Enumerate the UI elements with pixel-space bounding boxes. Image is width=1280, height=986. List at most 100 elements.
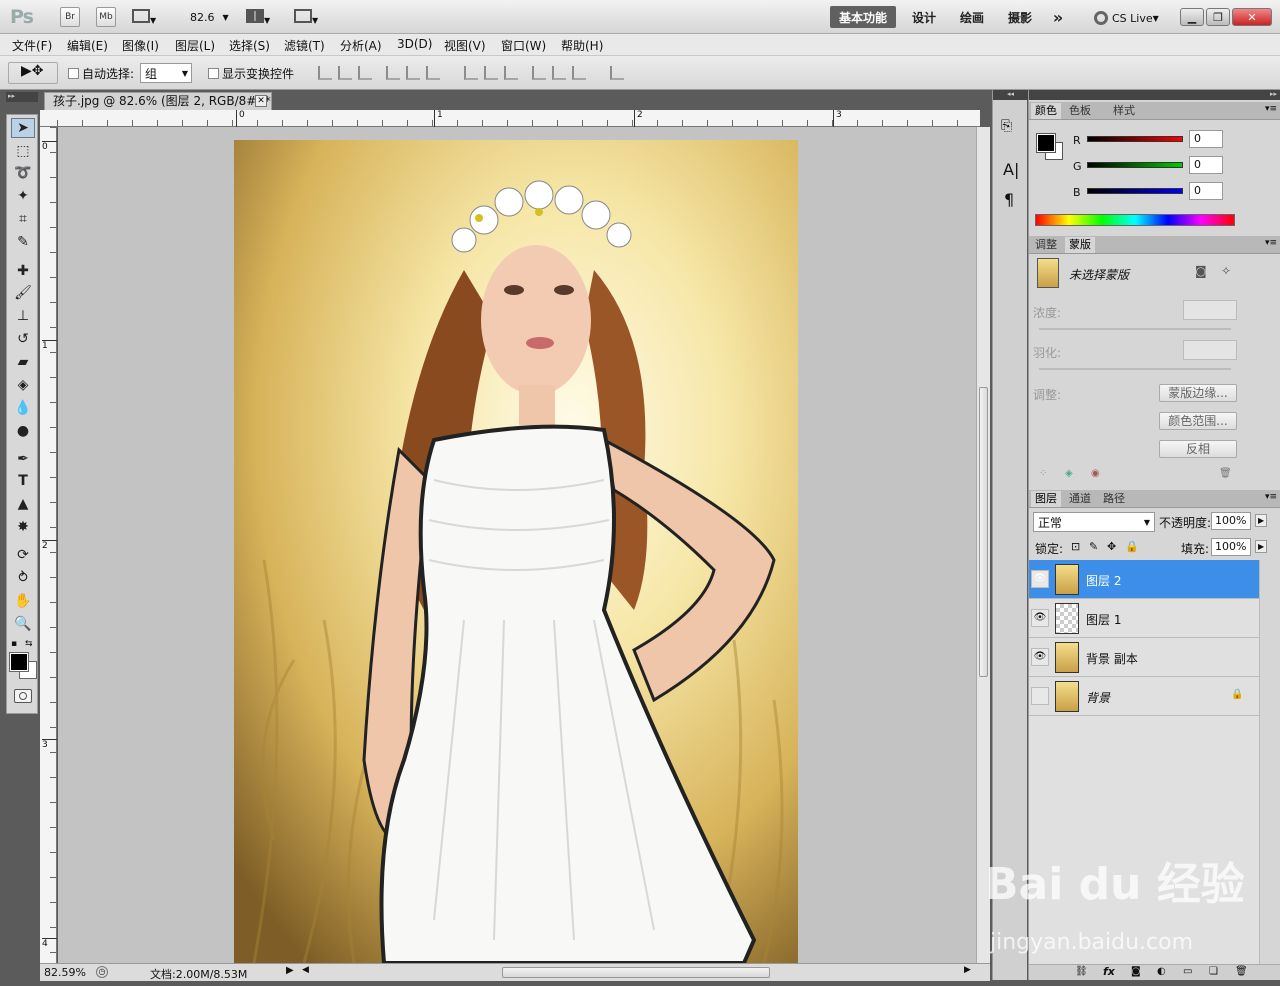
scroll-right-icon[interactable]: ▶: [964, 965, 971, 975]
move-tool[interactable]: ➤: [11, 118, 35, 138]
default-colors-icon[interactable]: ▪: [11, 639, 17, 649]
r-value[interactable]: 0: [1189, 130, 1223, 148]
add-mask-icon[interactable]: ◙: [1131, 966, 1141, 977]
zoom-level-dropdown[interactable]: 82.6 ▼: [190, 10, 232, 24]
add-pixel-mask-icon[interactable]: ◙: [1195, 264, 1207, 278]
panel-menu-icon[interactable]: ▾≡: [1265, 238, 1277, 248]
paint-bucket-tool[interactable]: ◈: [11, 375, 35, 395]
tab-adjustments[interactable]: 调整: [1031, 237, 1061, 253]
menu-image[interactable]: 图像(I): [122, 37, 159, 54]
crop-tool[interactable]: ⌗: [11, 209, 35, 229]
fill-slider-arrow-icon[interactable]: ▶: [1255, 540, 1268, 553]
layer-style-icon[interactable]: fx: [1103, 965, 1115, 978]
eye-hidden-icon[interactable]: [1031, 687, 1049, 705]
panel-menu-icon[interactable]: ▾≡: [1265, 104, 1277, 114]
menu-help[interactable]: 帮助(H): [561, 37, 603, 54]
status-menu-arrow-icon[interactable]: ▶: [286, 965, 294, 976]
disable-mask-icon[interactable]: ◉: [1091, 468, 1100, 479]
delete-mask-icon[interactable]: 🗑: [1219, 468, 1232, 479]
delete-layer-icon[interactable]: 🗑: [1235, 966, 1248, 977]
load-selection-icon[interactable]: ⁘: [1039, 468, 1047, 479]
menu-file[interactable]: 文件(F): [12, 37, 52, 54]
type-tool[interactable]: T: [11, 471, 35, 491]
character-panel-icon[interactable]: A|: [1003, 160, 1019, 179]
feather-slider[interactable]: [1039, 368, 1231, 370]
eye-icon[interactable]: 👁: [1031, 570, 1049, 588]
quick-mask-button[interactable]: [14, 689, 32, 703]
blur-tool[interactable]: 💧: [11, 398, 35, 418]
distribute-left-icon[interactable]: [532, 66, 546, 80]
g-slider[interactable]: [1087, 162, 1183, 168]
b-value[interactable]: 0: [1189, 182, 1223, 200]
dodge-tool[interactable]: ●: [11, 421, 35, 441]
pen-tool[interactable]: ✒: [11, 449, 35, 469]
workspace-photography[interactable]: 摄影: [1000, 6, 1040, 28]
screen-mode-button[interactable]: ▼: [294, 9, 326, 25]
opacity-input[interactable]: 100%: [1211, 512, 1251, 530]
marquee-tool[interactable]: ⬚: [11, 141, 35, 161]
feather-input[interactable]: [1183, 340, 1237, 360]
path-select-tool[interactable]: ▲: [11, 494, 35, 514]
workspace-essentials[interactable]: 基本功能: [830, 6, 896, 28]
align-bottom-icon[interactable]: [358, 66, 372, 80]
menu-edit[interactable]: 编辑(E): [67, 37, 108, 54]
color-ramp[interactable]: [1035, 214, 1235, 226]
add-vector-mask-icon[interactable]: ✧: [1221, 264, 1231, 278]
distribute-bottom-icon[interactable]: [504, 66, 518, 80]
g-value[interactable]: 0: [1189, 156, 1223, 174]
menu-filter[interactable]: 滤镜(T): [284, 37, 325, 54]
menu-layer[interactable]: 图层(L): [175, 37, 215, 54]
new-group-icon[interactable]: ▭: [1183, 966, 1192, 977]
paragraph-panel-icon[interactable]: ¶: [1004, 190, 1014, 209]
mini-bridge-button[interactable]: Mb: [96, 7, 116, 27]
density-input[interactable]: [1183, 300, 1237, 320]
restore-button[interactable]: ❐: [1206, 8, 1230, 26]
layer-row-background[interactable]: 背景 🔒: [1029, 677, 1259, 716]
tab-paths[interactable]: 路径: [1099, 491, 1129, 507]
horizontal-scroll-thumb[interactable]: [502, 967, 770, 978]
close-document-icon[interactable]: ✕: [255, 95, 267, 107]
invert-button[interactable]: 反相: [1159, 440, 1237, 458]
distribute-vcenter-icon[interactable]: [484, 66, 498, 80]
show-transform-checkbox[interactable]: 显示变换控件: [208, 65, 294, 82]
color-range-button[interactable]: 颜色范围...: [1159, 412, 1237, 430]
layer-row-layer2[interactable]: 👁 图层 2: [1029, 560, 1259, 599]
menu-3d[interactable]: 3D(D): [397, 37, 432, 51]
workspace-painting[interactable]: 绘画: [952, 6, 992, 28]
adjustment-layer-icon[interactable]: ◐: [1157, 966, 1166, 977]
align-vcenter-icon[interactable]: [338, 66, 352, 80]
apply-mask-icon[interactable]: ◈: [1065, 468, 1073, 479]
lock-pixels-icon[interactable]: ✎: [1089, 540, 1098, 553]
view-extras-button[interactable]: ▼: [132, 9, 162, 25]
auto-select-dropdown[interactable]: 组 ▼: [140, 63, 192, 83]
fill-input[interactable]: 100%: [1211, 538, 1251, 556]
align-top-icon[interactable]: [318, 66, 332, 80]
workspace-design[interactable]: 设计: [904, 6, 944, 28]
eye-icon[interactable]: 👁: [1031, 648, 1049, 666]
lock-position-icon[interactable]: ✥: [1107, 540, 1116, 553]
lasso-tool[interactable]: ➰: [11, 163, 35, 183]
distribute-right-icon[interactable]: [572, 66, 586, 80]
auto-align-icon[interactable]: [610, 66, 624, 80]
healing-brush-tool[interactable]: ✚: [11, 261, 35, 281]
lock-all-icon[interactable]: 🔒: [1125, 540, 1139, 553]
dock-collapse-icon[interactable]: ▸▸: [1029, 90, 1280, 100]
shape-tool[interactable]: ✸: [11, 517, 35, 537]
auto-select-checkbox[interactable]: 自动选择:: [68, 65, 134, 82]
cs-live-button[interactable]: CS Live ▼: [1094, 9, 1159, 27]
quick-select-tool[interactable]: ✦: [11, 186, 35, 206]
layer-row-layer1[interactable]: 👁 图层 1: [1029, 599, 1259, 638]
zoom-tool[interactable]: 🔍: [11, 614, 35, 634]
close-button[interactable]: ✕: [1232, 8, 1272, 26]
eye-icon[interactable]: 👁: [1031, 609, 1049, 627]
tab-color[interactable]: 颜色: [1031, 103, 1061, 119]
tab-swatches[interactable]: 色板: [1065, 103, 1095, 119]
scroll-thumb[interactable]: [979, 387, 988, 677]
minimize-button[interactable]: ▁: [1180, 8, 1204, 26]
status-zoom[interactable]: 82.59%: [44, 966, 86, 979]
blend-mode-dropdown[interactable]: 正常 ▼: [1033, 512, 1155, 532]
history-panel-icon[interactable]: ⎘: [1001, 118, 1012, 134]
align-left-icon[interactable]: [386, 66, 400, 80]
b-slider[interactable]: [1087, 188, 1183, 194]
layer-row-background-copy[interactable]: 👁 背景 副本: [1029, 638, 1259, 677]
